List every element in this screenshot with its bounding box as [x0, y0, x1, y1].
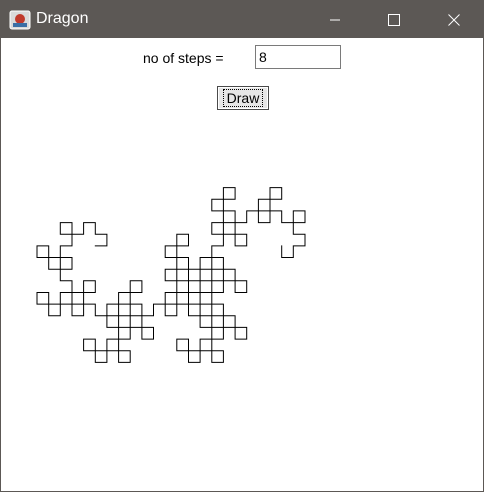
java-app-icon: [9, 9, 31, 31]
steps-input[interactable]: [255, 45, 341, 69]
title-bar[interactable]: Dragon: [1, 1, 483, 38]
minimize-icon: [330, 19, 340, 20]
maximize-button[interactable]: [365, 1, 423, 38]
steps-label: no of steps =: [143, 50, 224, 66]
dragon-curve-canvas: [36, 187, 306, 363]
minimize-button[interactable]: [306, 1, 364, 38]
close-icon: [448, 13, 460, 26]
close-button[interactable]: [425, 1, 483, 38]
draw-button[interactable]: Draw: [217, 86, 269, 110]
window-title: Dragon: [36, 10, 89, 27]
maximize-icon: [388, 13, 400, 26]
dragon-curve: [36, 187, 306, 363]
app-window: Dragon no of steps = Draw: [0, 0, 484, 492]
draw-button-label: Draw: [222, 89, 264, 107]
